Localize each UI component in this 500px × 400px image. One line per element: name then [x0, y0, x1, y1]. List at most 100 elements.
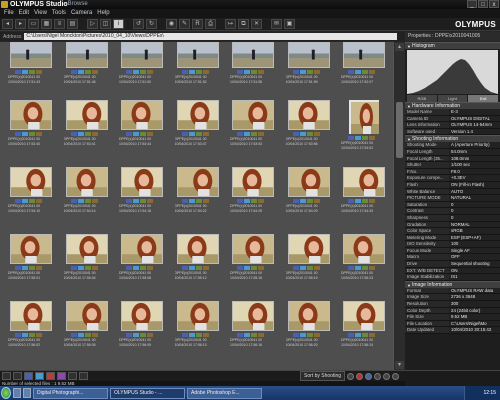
thumbnail-cell[interactable]: DPPE(x)2010041 00 10/04/2010 17:55:01	[4, 232, 58, 299]
protect-icon[interactable]	[356, 372, 363, 380]
label-cyan-icon[interactable]	[35, 372, 44, 380]
thumbnail-image[interactable]	[176, 42, 219, 68]
thumbnail-cell[interactable]: DPPE(x)2010041 00 10/04/2010 17:53:56	[282, 98, 336, 165]
list-view-icon[interactable]: ≡	[54, 19, 65, 29]
thumbnail-cell[interactable]: DPPE(x)2010041 00 10/04/2010 17:54:14	[60, 165, 114, 232]
thumbnail-cell[interactable]: DPPE(x)2010041 00 10/04/2010 17:53:47	[171, 98, 225, 165]
thumbnail-cell[interactable]: DPPE(x)2010041 00 10/04/2010 17:51:59	[282, 42, 336, 98]
size-small-icon[interactable]	[374, 372, 381, 380]
scroll-down-icon[interactable]: ▾	[395, 361, 404, 369]
thumbnail-image[interactable]	[232, 301, 274, 331]
thumbnail-cell[interactable]: DPPE(x)2010041 00 10/04/2010 17:51:52	[171, 42, 225, 98]
thumbnail-view-icon[interactable]: ▦	[41, 19, 52, 29]
maximize-button[interactable]: □	[478, 0, 488, 8]
quicklaunch-desktop-icon[interactable]	[23, 388, 31, 398]
zoom-icon[interactable]	[79, 372, 88, 380]
thumbnail-cell[interactable]: DPPE(x)2010041 00 10/04/2010 17:55:16	[226, 232, 280, 299]
address-field[interactable]: C:\Users\Nigel Monckton\Pictures\2010_04…	[24, 33, 397, 40]
thumbnail-image[interactable]	[176, 100, 219, 130]
menu-view[interactable]: View	[34, 9, 47, 18]
email-icon[interactable]: ✉	[271, 19, 282, 29]
tab-rgb[interactable]: RGB	[407, 95, 437, 102]
thumbnail-image[interactable]	[176, 301, 219, 331]
thumbnail-cell[interactable]: DPPE(x)2010041 00 10/04/2010 17:54:10	[4, 165, 58, 232]
edit-icon[interactable]: ✎	[179, 19, 190, 29]
copy-icon[interactable]: ⧉	[238, 19, 249, 29]
raw-develop-icon[interactable]: R	[192, 19, 203, 29]
start-button[interactable]	[1, 387, 11, 399]
move-icon[interactable]: ↦	[225, 19, 236, 29]
tab-exif[interactable]: Exif	[468, 95, 499, 102]
thumbnail-image[interactable]	[10, 234, 52, 264]
menu-edit[interactable]: Edit	[19, 9, 29, 18]
thumbnail-image[interactable]	[343, 167, 385, 197]
thumbnail-cell[interactable]: DPPE(x)2010041 00 10/04/2010 17:55:19	[282, 232, 336, 299]
minimize-button[interactable]: _	[467, 0, 477, 8]
back-icon[interactable]: ◂	[2, 19, 13, 29]
sort-order-icon[interactable]	[347, 372, 354, 380]
menu-help[interactable]: Help	[97, 9, 109, 18]
thumbnail-image[interactable]	[287, 234, 330, 264]
thumbnail-cell[interactable]: DPPE(x)2010041 00 10/04/2010 17:55:04	[60, 232, 114, 299]
prev-icon[interactable]	[13, 372, 22, 380]
print-icon[interactable]: ⎙	[205, 19, 216, 29]
thumbnail-image[interactable]	[176, 234, 219, 264]
rating-icon[interactable]	[365, 372, 372, 380]
thumbnail-cell[interactable]: DPPE(x)2010041 00 10/04/2010 17:54:33	[337, 165, 391, 232]
thumbnail-image[interactable]	[232, 167, 274, 197]
histogram-section-header[interactable]: ▼ Histogram	[405, 42, 500, 49]
rotate-right-icon[interactable]: ↻	[146, 19, 157, 29]
thumbnail-image[interactable]	[121, 42, 163, 68]
thumbnail-image[interactable]	[343, 234, 385, 264]
grid-view-icon[interactable]: ▤	[67, 19, 78, 29]
scroll-thumb[interactable]	[396, 102, 403, 158]
album-icon[interactable]: ▣	[284, 19, 295, 29]
thumbnail-cell[interactable]: DPPE(x)2010041 00 10/04/2010 17:54:22	[171, 165, 225, 232]
filter-icon[interactable]	[68, 372, 77, 380]
taskbar-button-photoshop[interactable]: Adobe Photoshop E...	[187, 387, 262, 399]
thumbnail-cell[interactable]: DPPE(x)2010041 00 10/04/2010 17:56:13	[171, 299, 225, 366]
folder-icon[interactable]: ▭	[28, 19, 39, 29]
thumbnail-image[interactable]	[10, 301, 52, 331]
first-icon[interactable]	[2, 372, 11, 380]
close-button[interactable]: x	[489, 0, 499, 8]
settings-icon[interactable]	[392, 372, 399, 380]
thumbnail-cell[interactable]: DPPE(x)2010041 00 10/04/2010 17:55:23	[337, 232, 391, 299]
info-icon[interactable]: i	[113, 19, 124, 29]
thumbnail-image[interactable]	[65, 42, 108, 68]
quicklaunch-explorer-icon[interactable]	[13, 388, 21, 398]
thumbnail-cell[interactable]: DPPE(x)2010041 00 10/04/2010 17:56:02	[4, 299, 58, 366]
hardware-section-header[interactable]: ▼ Hardware Information	[405, 102, 500, 109]
camera-icon[interactable]: ◉	[166, 19, 177, 29]
thumbnail-cell[interactable]: DPPE(x)2010041 00 10/04/2010 17:52:07	[337, 42, 391, 98]
label-purple-icon[interactable]	[57, 372, 66, 380]
thumbnail-image[interactable]	[121, 301, 163, 331]
rotate-left-icon[interactable]: ↺	[133, 19, 144, 29]
thumbnail-image[interactable]	[176, 167, 219, 197]
thumbnail-image[interactable]	[287, 42, 330, 68]
thumbnail-image[interactable]	[121, 100, 163, 130]
thumbnail-image[interactable]	[10, 167, 52, 197]
thumbnail-image[interactable]	[65, 234, 108, 264]
thumbnail-cell[interactable]: DPPE(x)2010041 00 10/04/2010 17:54:25	[226, 165, 280, 232]
thumbnail-image[interactable]	[287, 167, 330, 197]
thumbnail-image[interactable]	[121, 234, 163, 264]
thumbnail-image[interactable]	[232, 234, 274, 264]
menu-tools[interactable]: Tools	[52, 9, 66, 18]
sort-dropdown[interactable]: Sort by Shooting	[300, 371, 345, 381]
thumbnail-cell[interactable]: DPPE(x)2010041 00 10/04/2010 17:54:02	[337, 98, 391, 165]
delete-icon[interactable]: ✕	[251, 19, 262, 29]
thumbnail-image[interactable]	[121, 167, 163, 197]
thumbnail-image[interactable]	[287, 100, 330, 130]
size-large-icon[interactable]	[383, 372, 390, 380]
taskbar-button-digital-photographi[interactable]: Digital Photographi...	[33, 387, 108, 399]
thumbnail-image[interactable]	[349, 100, 379, 134]
thumbnail-image[interactable]	[343, 301, 385, 331]
thumbnail-cell[interactable]: DPPE(x)2010041 00 10/04/2010 17:55:12	[171, 232, 225, 299]
thumbnail-cell[interactable]: DPPE(x)2010041 00 10/04/2010 17:51:46	[60, 42, 114, 98]
thumbnail-image[interactable]	[287, 301, 330, 331]
tab-light[interactable]: Light	[437, 95, 468, 102]
thumbnail-cell[interactable]: DPPE(x)2010041 00 10/04/2010 17:56:20	[282, 299, 336, 366]
thumbnail-cell[interactable]: DPPE(x)2010041 00 10/04/2010 17:53:41	[60, 98, 114, 165]
thumbnail-cell[interactable]: DPPE(x)2010041 00 10/04/2010 17:53:53	[226, 98, 280, 165]
